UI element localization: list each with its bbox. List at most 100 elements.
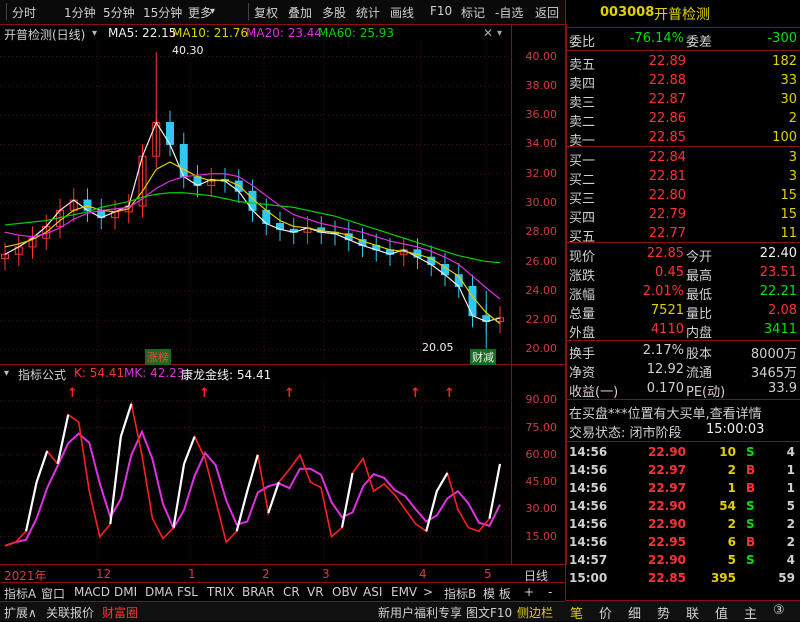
- candle[interactable]: [496, 306, 504, 334]
- status-bar: 扩展∧ 关联报价 财富圈 新用户福利专享 图文F10 侧边栏: [0, 601, 565, 621]
- candle[interactable]: [69, 188, 78, 223]
- stat-label: 内盘: [686, 326, 713, 341]
- notice-text[interactable]: 在买盘***位置有大买单,查看详情: [569, 403, 762, 422]
- wealth-circle-button[interactable]: 财富圈: [102, 604, 138, 621]
- tab-dmi[interactable]: DMI: [114, 585, 137, 599]
- tab-brar[interactable]: BRAR: [242, 585, 275, 599]
- tick-volume: 2: [727, 517, 736, 531]
- toolbar-mark-button[interactable]: 标记: [461, 4, 485, 21]
- tab-template[interactable]: 模 板: [483, 585, 511, 602]
- new-user-promo-link[interactable]: 新用户福利专享: [378, 604, 462, 621]
- toolbar-stats-button[interactable]: 统计: [356, 4, 380, 21]
- bid-row[interactable]: 买二 22.81 3: [566, 168, 800, 188]
- bid-row[interactable]: 买三 22.80 15: [566, 187, 800, 207]
- price-axis-label: 20.00: [525, 342, 558, 356]
- bid-row[interactable]: 买一 22.84 3: [566, 149, 800, 169]
- tab-window[interactable]: 窗口: [41, 585, 65, 602]
- graphic-f10-button[interactable]: 图文F10: [466, 604, 512, 621]
- tab-trix[interactable]: TRIX: [207, 585, 234, 599]
- tick-row[interactable]: 14:56 22.90 2 S 2: [566, 516, 800, 534]
- ask-price: 22.86: [648, 111, 686, 126]
- bid-row[interactable]: 买四 22.79 15: [566, 206, 800, 226]
- candle[interactable]: [83, 188, 92, 223]
- candle[interactable]: [468, 274, 477, 328]
- ma5-legend: MA5: 22.15: [108, 26, 177, 40]
- mk-line: [4, 429, 501, 547]
- tick-row[interactable]: 14:56 22.97 2 B 1: [566, 462, 800, 480]
- indicator-chart[interactable]: [0, 382, 511, 564]
- toolbar-f10-button[interactable]: F10: [430, 4, 452, 18]
- toolbar-overlay-button[interactable]: 叠加: [288, 4, 312, 21]
- candle[interactable]: [179, 132, 188, 189]
- price-axis-label: 24.00: [525, 283, 558, 297]
- tab-indicator-b[interactable]: 指标B: [444, 585, 476, 602]
- related-quotes-button[interactable]: 关联报价: [46, 604, 94, 621]
- sidebar-toggle-button[interactable]: 侧边栏: [517, 604, 553, 621]
- toolbar-back-button[interactable]: 返回: [535, 4, 559, 21]
- toolbar-more-button[interactable]: 更多: [188, 4, 212, 21]
- toolbar-watchlist-button[interactable]: -自选: [495, 4, 523, 21]
- tab-cr[interactable]: CR: [283, 585, 300, 599]
- bid-price: 22.77: [648, 226, 686, 241]
- tab-asi[interactable]: ASI: [363, 585, 382, 599]
- tab-ticks[interactable]: 笔: [570, 603, 583, 622]
- toolbar-tab-intraday[interactable]: 分时: [12, 4, 36, 21]
- toolbar-multi-stock-button[interactable]: 多股: [322, 4, 346, 21]
- ask-row[interactable]: 卖二 22.86 2: [566, 110, 800, 130]
- tab-indicator-a[interactable]: 指标A: [4, 585, 36, 602]
- toolbar-tab-15min[interactable]: 15分钟: [143, 4, 182, 21]
- candle[interactable]: [28, 226, 37, 259]
- toolbar-tab-5min[interactable]: 5分钟: [103, 4, 135, 21]
- x-axis-label: 12: [96, 567, 112, 581]
- tab-more-button[interactable]: >: [423, 585, 433, 599]
- tab-macd[interactable]: MACD: [74, 585, 110, 599]
- tab-main[interactable]: 主: [744, 603, 757, 622]
- tab-obv[interactable]: OBV: [332, 585, 358, 599]
- bid-volume: 3: [788, 150, 797, 165]
- price-chart[interactable]: [0, 42, 511, 364]
- zoom-in-button[interactable]: +: [524, 585, 534, 599]
- toolbar-fuquan-button[interactable]: 复权: [254, 4, 278, 21]
- tab-trend[interactable]: 势: [657, 603, 670, 622]
- ask-row[interactable]: 卖四 22.88 33: [566, 72, 800, 92]
- tab-fsl[interactable]: FSL: [177, 585, 198, 599]
- tab-dma[interactable]: DMA: [145, 585, 173, 599]
- tick-row[interactable]: 14:56 22.95 6 B 2: [566, 534, 800, 552]
- stat-label: 量比: [686, 307, 713, 322]
- candle[interactable]: [97, 198, 106, 230]
- tab-price[interactable]: 价: [599, 603, 612, 622]
- tab-detail[interactable]: 细: [628, 603, 641, 622]
- toolbar-tab-1min[interactable]: 1分钟: [64, 4, 96, 21]
- event-badge[interactable]: 财减: [470, 349, 496, 365]
- tab-value[interactable]: 值: [715, 603, 728, 622]
- indicator-axis-label: 60.00: [525, 447, 558, 461]
- expand-button[interactable]: 扩展∧: [4, 604, 37, 621]
- close-icon[interactable]: ✕: [483, 26, 493, 40]
- tick-row[interactable]: 15:00 22.85 395 59: [566, 570, 800, 588]
- event-badge[interactable]: 涨榜: [145, 349, 171, 365]
- chevron-down-icon[interactable]: ▾: [92, 28, 97, 39]
- candle[interactable]: [289, 217, 298, 244]
- tab-link[interactable]: 联: [686, 603, 699, 622]
- tick-row[interactable]: 14:57 22.90 5 S 4: [566, 552, 800, 570]
- x-axis-label: 2: [262, 567, 270, 581]
- tab-vr[interactable]: VR: [307, 585, 324, 599]
- big-order-notice[interactable]: 在买盘***位置有大买单,查看详情: [566, 402, 800, 422]
- tick-row[interactable]: 14:56 22.90 54 S 5: [566, 498, 800, 516]
- tab-circle-3[interactable]: ③: [773, 603, 785, 618]
- candle[interactable]: [193, 164, 202, 198]
- ask-row[interactable]: 卖五 22.89 182: [566, 53, 800, 73]
- tick-row[interactable]: 14:56 22.97 1 B 1: [566, 480, 800, 498]
- toolbar-draw-button[interactable]: 画线: [390, 4, 414, 21]
- price-axis-label: 22.00: [525, 313, 558, 327]
- candle[interactable]: [276, 211, 284, 242]
- tab-emv[interactable]: EMV: [391, 585, 417, 599]
- candle[interactable]: [207, 167, 216, 198]
- chevron-down-icon[interactable]: ▾: [497, 28, 502, 39]
- zoom-out-button[interactable]: -: [548, 585, 552, 599]
- ask-row[interactable]: 卖三 22.87 30: [566, 91, 800, 111]
- chevron-down-icon[interactable]: ▾: [210, 6, 215, 17]
- tick-time: 14:56: [569, 481, 608, 495]
- tick-time: 14:56: [569, 535, 608, 549]
- tick-row[interactable]: 14:56 22.90 10 S 4: [566, 444, 800, 462]
